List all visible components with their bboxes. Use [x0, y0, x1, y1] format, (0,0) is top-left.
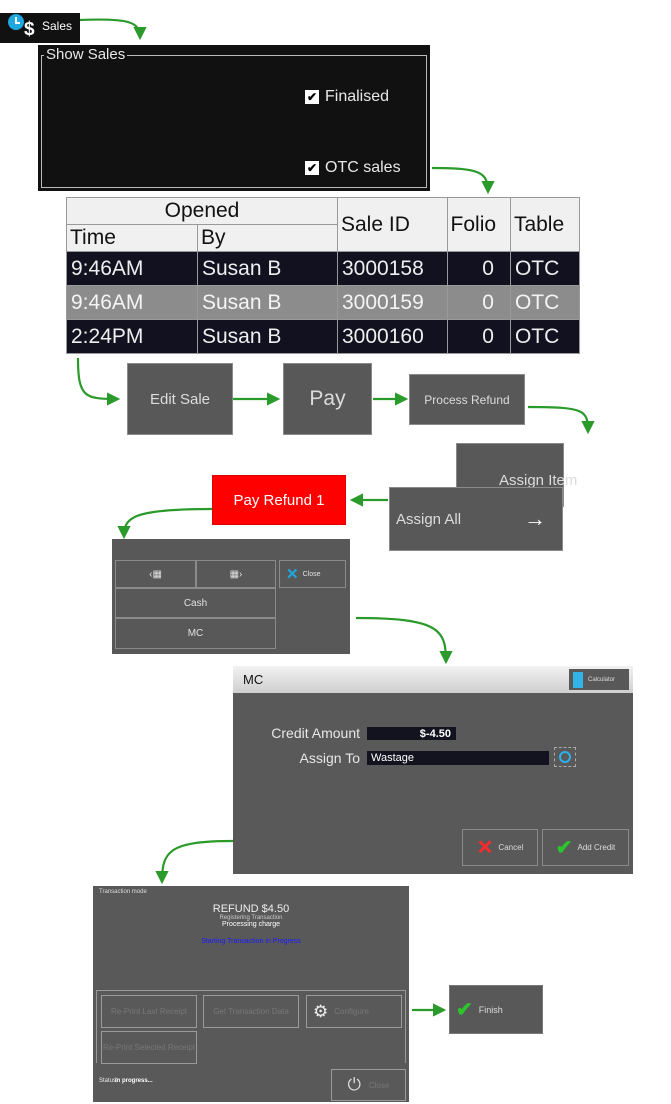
- refund-headline: REFUND $4.50: [212, 903, 290, 915]
- cell-sale-id: 3000158: [337, 251, 448, 286]
- cell-table: OTC: [509, 319, 581, 354]
- payment-method-cash[interactable]: Cash: [115, 588, 276, 618]
- credit-amount-label: Credit Amount: [271, 725, 360, 741]
- power-icon: ⏻: [347, 1075, 361, 1094]
- cell-by: Susan B: [197, 251, 338, 286]
- checkmark-icon: ✔: [456, 999, 473, 1021]
- processing-text: Processing charge: [222, 921, 280, 928]
- next-page-button[interactable]: ▦›: [196, 560, 276, 588]
- pay-refund-button[interactable]: Pay Refund 1: [212, 475, 346, 525]
- table-row[interactable]: 9:46AM Susan B 3000158 0 OTC: [66, 251, 581, 286]
- pay-button[interactable]: Pay: [283, 363, 372, 435]
- finalised-label: Finalised: [325, 88, 390, 105]
- cell-folio: 0: [446, 319, 511, 354]
- dollar-icon: $: [24, 19, 35, 40]
- close-label: Close: [302, 570, 321, 578]
- dialog-titlebar: MC Calculator: [233, 666, 633, 693]
- arrow-payrefund-to-panel: [117, 507, 213, 540]
- process-refund-button[interactable]: Process Refund: [409, 374, 525, 425]
- close-label: Close: [369, 1080, 390, 1090]
- column-sale-id[interactable]: Sale ID: [337, 197, 448, 252]
- clock-icon: [8, 14, 24, 30]
- transaction-mode-label: Transaction mode: [99, 889, 147, 895]
- add-credit-button[interactable]: ✔ Add Credit: [542, 829, 629, 866]
- dialog-title: MC: [243, 672, 264, 687]
- cell-time: 2:24PM: [66, 319, 198, 354]
- column-folio[interactable]: Folio: [446, 197, 511, 252]
- arrow-sales-to-show-sales: [79, 18, 147, 41]
- cell-time: 9:46AM: [66, 251, 198, 286]
- credit-amount-field[interactable]: $-4.50: [367, 727, 456, 740]
- arrow-table-to-edit-sale: [76, 357, 121, 406]
- checkmark-icon: ✔: [555, 837, 573, 859]
- payment-method-panel: ‹▦ ▦› ✕ Close Cash MC: [112, 539, 350, 654]
- close-x-icon: ✕: [286, 566, 299, 583]
- payment-method-mc[interactable]: MC: [115, 618, 276, 649]
- calculator-label: Calculator: [588, 676, 616, 683]
- cancel-button[interactable]: ✕ Cancel: [462, 829, 538, 866]
- cell-sale-id: 3000159: [337, 285, 448, 320]
- table-row-selected[interactable]: 9:46AM Susan B 3000159 0 OTC: [66, 285, 581, 320]
- checkbox-check-icon: ✔: [305, 161, 319, 175]
- finish-label: Finish: [478, 1004, 503, 1015]
- sales-label: Sales: [42, 19, 73, 33]
- progress-message: Starting Transaction in Progress: [201, 938, 301, 945]
- arrow-refund-to-assign: [527, 405, 595, 435]
- edit-sale-button[interactable]: Edit Sale: [127, 363, 233, 435]
- previous-page-button[interactable]: ‹▦: [115, 560, 196, 588]
- add-credit-label: Add Credit: [577, 843, 616, 852]
- show-sales-group: Show Sales ✔ Finalised ✔ OTC sales: [38, 45, 430, 191]
- get-transaction-data-button[interactable]: Get Transaction Data: [203, 995, 299, 1028]
- sales-button[interactable]: $ Sales: [0, 13, 80, 43]
- cell-folio: 0: [446, 251, 511, 286]
- column-time[interactable]: Time: [66, 224, 198, 252]
- assign-to-field[interactable]: Wastage: [367, 751, 549, 765]
- otc-sales-checkbox[interactable]: ✔ OTC sales: [305, 159, 401, 177]
- status-value: in progress...: [115, 1078, 153, 1084]
- cell-table: OTC: [509, 251, 581, 286]
- arrow-otc-to-table: [431, 166, 495, 195]
- cell-folio: 0: [446, 285, 511, 320]
- sales-table: Opened Sale ID Folio Table Time By 9:46A…: [66, 197, 581, 354]
- arrow-right-icon: →: [524, 506, 546, 531]
- search-button[interactable]: [554, 747, 576, 767]
- cancel-label: Cancel: [498, 843, 524, 852]
- assign-to-label: Assign To: [299, 750, 360, 766]
- column-table[interactable]: Table: [509, 197, 581, 252]
- column-by[interactable]: By: [197, 224, 338, 252]
- cell-time: 9:46AM: [66, 285, 198, 320]
- cell-table: OTC: [509, 285, 581, 320]
- close-button[interactable]: ✕ Close: [279, 560, 346, 588]
- close-button[interactable]: ⏻ Close: [331, 1069, 406, 1101]
- reprint-last-receipt-button[interactable]: Re-Print Last Receipt: [101, 995, 197, 1028]
- assign-all-button[interactable]: Assign All →: [389, 487, 563, 551]
- cancel-x-icon: ✕: [476, 837, 494, 859]
- table-row[interactable]: 2:24PM Susan B 3000160 0 OTC: [66, 319, 581, 354]
- cell-by: Susan B: [197, 285, 338, 320]
- reprint-selected-receipt-button[interactable]: Re-Print Selected Receipt: [101, 1031, 197, 1064]
- cell-by: Susan B: [197, 319, 338, 354]
- show-sales-legend: Show Sales: [44, 46, 128, 63]
- configure-label: Configure: [334, 1007, 369, 1016]
- checkbox-check-icon: ✔: [305, 90, 319, 104]
- gear-icon: ⚙: [313, 1001, 329, 1021]
- configure-button[interactable]: ⚙ Configure: [306, 995, 402, 1028]
- finish-button[interactable]: ✔ Finish: [449, 985, 543, 1034]
- calculator-button[interactable]: Calculator: [569, 669, 629, 690]
- finalised-checkbox[interactable]: ✔ Finalised: [305, 88, 389, 106]
- assign-all-label: Assign All: [396, 510, 462, 528]
- calculator-icon: [573, 671, 583, 688]
- arrow-panel-to-mc: [355, 616, 453, 665]
- search-icon: [559, 751, 571, 763]
- transaction-panel: Transaction mode REFUND $4.50 Registerin…: [93, 886, 409, 1102]
- opened-group-header: Opened: [66, 197, 338, 225]
- otc-sales-label: OTC sales: [325, 159, 401, 176]
- cell-sale-id: 3000160: [337, 319, 448, 354]
- arrow-mc-to-txn: [155, 839, 234, 885]
- mc-credit-dialog: MC Calculator Credit Amount $-4.50 Assig…: [233, 666, 633, 874]
